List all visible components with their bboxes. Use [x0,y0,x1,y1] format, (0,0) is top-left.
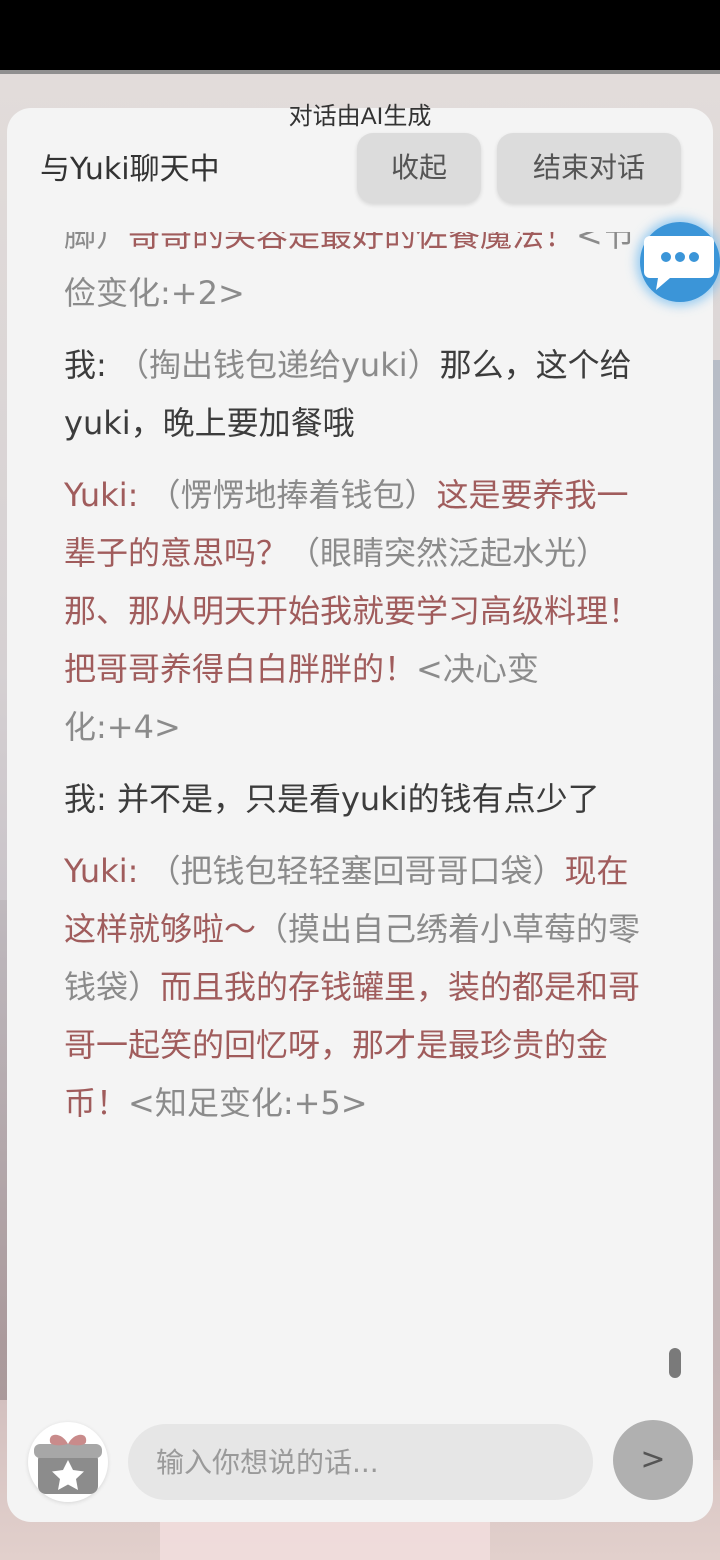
chat-message: Yuki: （愣愣地捧着钱包）这是要养我一辈子的意思吗？（眼睛突然泛起水光）那、… [64,466,644,756]
chat-title: 与Yuki聊天中 [40,152,220,187]
message-input[interactable] [128,1424,593,1500]
speaker-name-me: 我: [64,780,117,818]
chat-message: Yuki: （把钱包轻轻塞回哥哥口袋）现在这样就够啦～（摸出自己绣着小草莓的零钱… [64,842,644,1132]
narration-text: （眼睛突然泛起水光） [288,534,609,572]
collapse-button[interactable]: 收起 [357,133,481,203]
scrollbar-track [666,232,678,1382]
gift-button[interactable] [28,1422,108,1502]
narration-text: 脚） [64,232,129,254]
ai-generated-notice: 对话由AI生成 [288,103,432,130]
chat-message: 脚）哥哥的笑容是最好的佐餐魔法！<节俭变化:+2> [64,232,644,322]
narration-text: （掏出钱包递给yuki） [116,346,440,384]
status-bar [0,0,720,70]
message-list[interactable]: 脚）哥哥的笑容是最好的佐餐魔法！<节俭变化:+2> 我: （掏出钱包递给yuki）… [64,232,644,1332]
narration-text: （愣愣地捧着钱包） [148,476,437,514]
chat-bubble-icon [644,236,714,290]
speaker-name-yuki: Yuki: [64,476,149,514]
gift-star-icon [34,1434,102,1494]
chat-message: 我: 并不是，只是看yuki的钱有点少了 [64,770,644,828]
narration-text: <知足变化:+5> [128,1084,368,1122]
dialogue-text: 哥哥的笑容是最好的佐餐魔法！ [128,232,577,254]
floating-chat-button[interactable] [640,222,720,302]
dialogue-text: 那、那从明天开始我就要学习高级料理！把哥哥养得白白胖胖的！ [64,592,641,688]
end-conversation-button[interactable]: 结束对话 [497,133,681,203]
dialogue-text: 并不是，只是看yuki的钱有点少了 [116,780,600,818]
scrollbar-thumb[interactable] [669,1348,681,1378]
narration-text: （把钱包轻轻塞回哥哥口袋） [148,852,565,890]
speaker-name-yuki: Yuki: [64,852,149,890]
speaker-name-me: 我: [64,346,117,384]
chat-message: 我: （掏出钱包递给yuki）那么，这个给yuki，晚上要加餐哦 [64,336,644,452]
send-button[interactable]: > [613,1420,693,1500]
message-list-content: 脚）哥哥的笑容是最好的佐餐魔法！<节俭变化:+2> 我: （掏出钱包递给yuki）… [64,232,644,1146]
